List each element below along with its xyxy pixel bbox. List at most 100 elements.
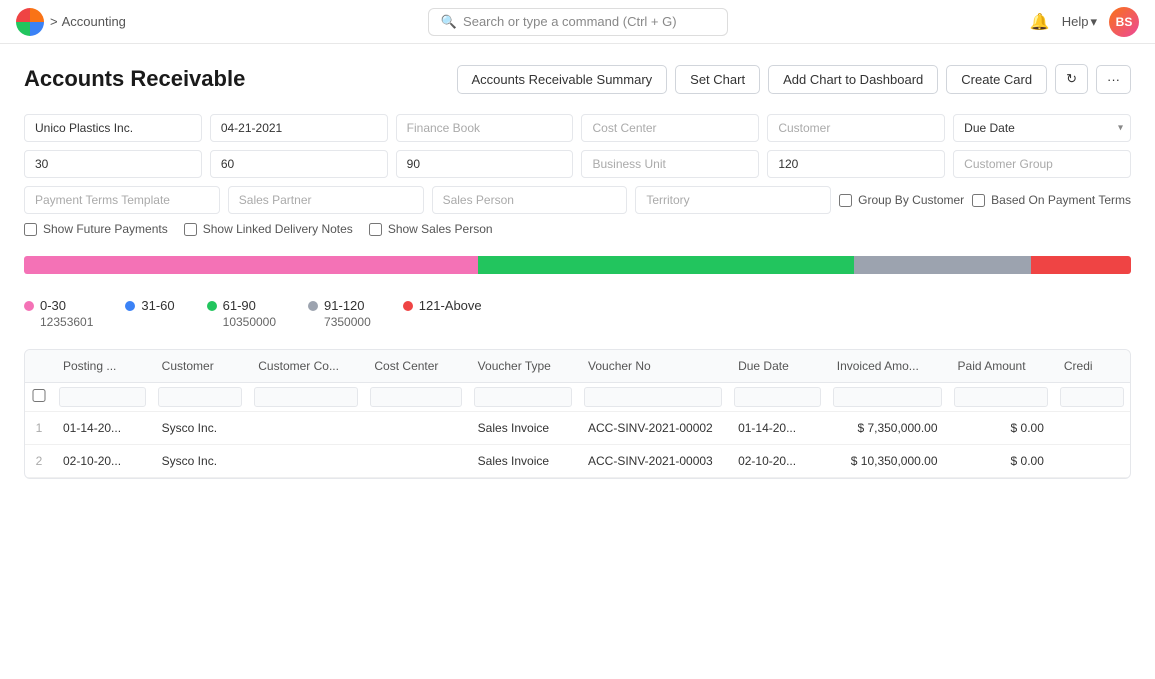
- table-header-row: Posting ... Customer Customer Co... Cost…: [25, 350, 1130, 383]
- col-voucher-type[interactable]: Voucher Type: [468, 350, 578, 383]
- filter-customer-input[interactable]: [158, 387, 243, 407]
- legend-value-0-30: 12353601: [24, 315, 93, 329]
- show-sales-person-checkbox[interactable]: [369, 223, 382, 236]
- aging-120-input[interactable]: [767, 150, 945, 178]
- set-chart-button[interactable]: Set Chart: [675, 65, 760, 94]
- col-checkbox: [25, 350, 53, 383]
- col-posting-date[interactable]: Posting ...: [53, 350, 152, 383]
- table-row[interactable]: 2 02-10-20... Sysco Inc. Sales Invoice A…: [25, 445, 1130, 478]
- legend-label-91-120: 91-120: [324, 298, 364, 313]
- bell-icon[interactable]: 🔔: [1030, 12, 1050, 32]
- filter-cell-credit: [1054, 383, 1130, 412]
- filter-row-1: Due Date Posting Date ▾: [24, 114, 1131, 142]
- aging-90-input[interactable]: [396, 150, 574, 178]
- filter-credit-input[interactable]: [1060, 387, 1124, 407]
- refresh-button[interactable]: ↻: [1055, 64, 1088, 94]
- cell-vtype-2: Sales Invoice: [468, 445, 578, 478]
- cell-credit-2: [1054, 445, 1130, 478]
- col-customer[interactable]: Customer: [152, 350, 249, 383]
- cell-code-2: [248, 445, 364, 478]
- sales-person-input[interactable]: [432, 186, 628, 214]
- col-due-date[interactable]: Due Date: [728, 350, 827, 383]
- col-customer-code[interactable]: Customer Co...: [248, 350, 364, 383]
- show-delivery-notes-label[interactable]: Show Linked Delivery Notes: [184, 222, 353, 236]
- help-button[interactable]: Help ▾: [1062, 14, 1097, 30]
- from-date-input[interactable]: [210, 114, 388, 142]
- due-date-select[interactable]: Due Date Posting Date: [953, 114, 1131, 142]
- more-options-button[interactable]: ···: [1096, 65, 1131, 94]
- based-on-payment-checkbox[interactable]: [972, 194, 985, 207]
- filter-cell-paid: [948, 383, 1054, 412]
- finance-book-input[interactable]: [396, 114, 574, 142]
- summary-button[interactable]: Accounts Receivable Summary: [457, 65, 668, 94]
- cost-center-input[interactable]: [581, 114, 759, 142]
- sales-partner-input[interactable]: [228, 186, 424, 214]
- group-by-customer-checkbox[interactable]: [839, 194, 852, 207]
- header-actions: Accounts Receivable Summary Set Chart Ad…: [457, 64, 1131, 94]
- show-future-payments-label[interactable]: Show Future Payments: [24, 222, 168, 236]
- legend-dot-31-60: [125, 301, 135, 311]
- business-unit-input[interactable]: [581, 150, 759, 178]
- party-input[interactable]: [24, 114, 202, 142]
- filter-vno-input[interactable]: [584, 387, 722, 407]
- cell-cost-1: [364, 412, 467, 445]
- show-delivery-notes-checkbox[interactable]: [184, 223, 197, 236]
- based-on-payment-checkbox-label[interactable]: Based On Payment Terms: [972, 193, 1131, 207]
- filter-cost-input[interactable]: [370, 387, 461, 407]
- show-sales-person-label[interactable]: Show Sales Person: [369, 222, 493, 236]
- create-card-button[interactable]: Create Card: [946, 65, 1047, 94]
- topnav-left: > Accounting: [16, 8, 126, 36]
- legend-value-121-above: [403, 315, 482, 329]
- filter-due-input[interactable]: [734, 387, 821, 407]
- aging-30-input[interactable]: [24, 150, 202, 178]
- filter-cell-posting: [53, 383, 152, 412]
- legend-121-above: 121-Above: [403, 298, 482, 329]
- territory-input[interactable]: [635, 186, 831, 214]
- avatar: BS: [1109, 7, 1139, 37]
- breadcrumb-app[interactable]: Accounting: [62, 14, 126, 29]
- add-chart-button[interactable]: Add Chart to Dashboard: [768, 65, 938, 94]
- col-credit[interactable]: Credi: [1054, 350, 1130, 383]
- filter-cell-code: [248, 383, 364, 412]
- col-voucher-no[interactable]: Voucher No: [578, 350, 728, 383]
- legend-dot-61-90: [207, 301, 217, 311]
- legend-dot-91-120: [308, 301, 318, 311]
- show-sales-person-text: Show Sales Person: [388, 222, 493, 236]
- legend-value-91-120: 7350000: [308, 315, 371, 329]
- show-future-payments-text: Show Future Payments: [43, 222, 168, 236]
- show-delivery-notes-text: Show Linked Delivery Notes: [203, 222, 353, 236]
- group-by-customer-checkbox-label[interactable]: Group By Customer: [839, 193, 964, 207]
- filter-cell-check: [25, 383, 53, 412]
- customer-input[interactable]: [767, 114, 945, 142]
- filter-paid-input[interactable]: [954, 387, 1048, 407]
- cell-invoiced-1: $ 7,350,000.00: [827, 412, 948, 445]
- filter-inv-input[interactable]: [833, 387, 942, 407]
- cell-credit-1: [1054, 412, 1130, 445]
- legend-31-60: 31-60: [125, 298, 174, 329]
- search-placeholder: Search or type a command (Ctrl + G): [463, 14, 677, 29]
- cell-vtype-1: Sales Invoice: [468, 412, 578, 445]
- aging-60-input[interactable]: [210, 150, 388, 178]
- chart-legend: 0-30 12353601 31-60 61-90 10350000: [24, 298, 1131, 329]
- based-on-payment-label: Based On Payment Terms: [991, 193, 1131, 207]
- filter-vtype-input[interactable]: [474, 387, 572, 407]
- filter-cell-inv: [827, 383, 948, 412]
- filter-posting-input[interactable]: [59, 387, 146, 407]
- page-title: Accounts Receivable: [24, 66, 245, 92]
- filter-code-input[interactable]: [254, 387, 358, 407]
- col-paid-amount[interactable]: Paid Amount: [948, 350, 1054, 383]
- col-invoiced-amount[interactable]: Invoiced Amo...: [827, 350, 948, 383]
- payment-terms-input[interactable]: [24, 186, 220, 214]
- table-row[interactable]: 1 01-14-20... Sysco Inc. Sales Invoice A…: [25, 412, 1130, 445]
- due-date-select-wrapper: Due Date Posting Date ▾: [953, 114, 1131, 142]
- search-bar[interactable]: 🔍 Search or type a command (Ctrl + G): [428, 8, 728, 36]
- legend-0-30: 0-30 12353601: [24, 298, 93, 329]
- stacked-bar-chart: [24, 256, 1131, 274]
- show-future-payments-checkbox[interactable]: [24, 223, 37, 236]
- legend-value-61-90: 10350000: [207, 315, 276, 329]
- group-by-customer-label: Group By Customer: [858, 193, 964, 207]
- col-cost-center[interactable]: Cost Center: [364, 350, 467, 383]
- customer-group-input[interactable]: [953, 150, 1131, 178]
- topnav-right: 🔔 Help ▾ BS: [1030, 7, 1139, 37]
- select-all-checkbox[interactable]: [31, 389, 47, 402]
